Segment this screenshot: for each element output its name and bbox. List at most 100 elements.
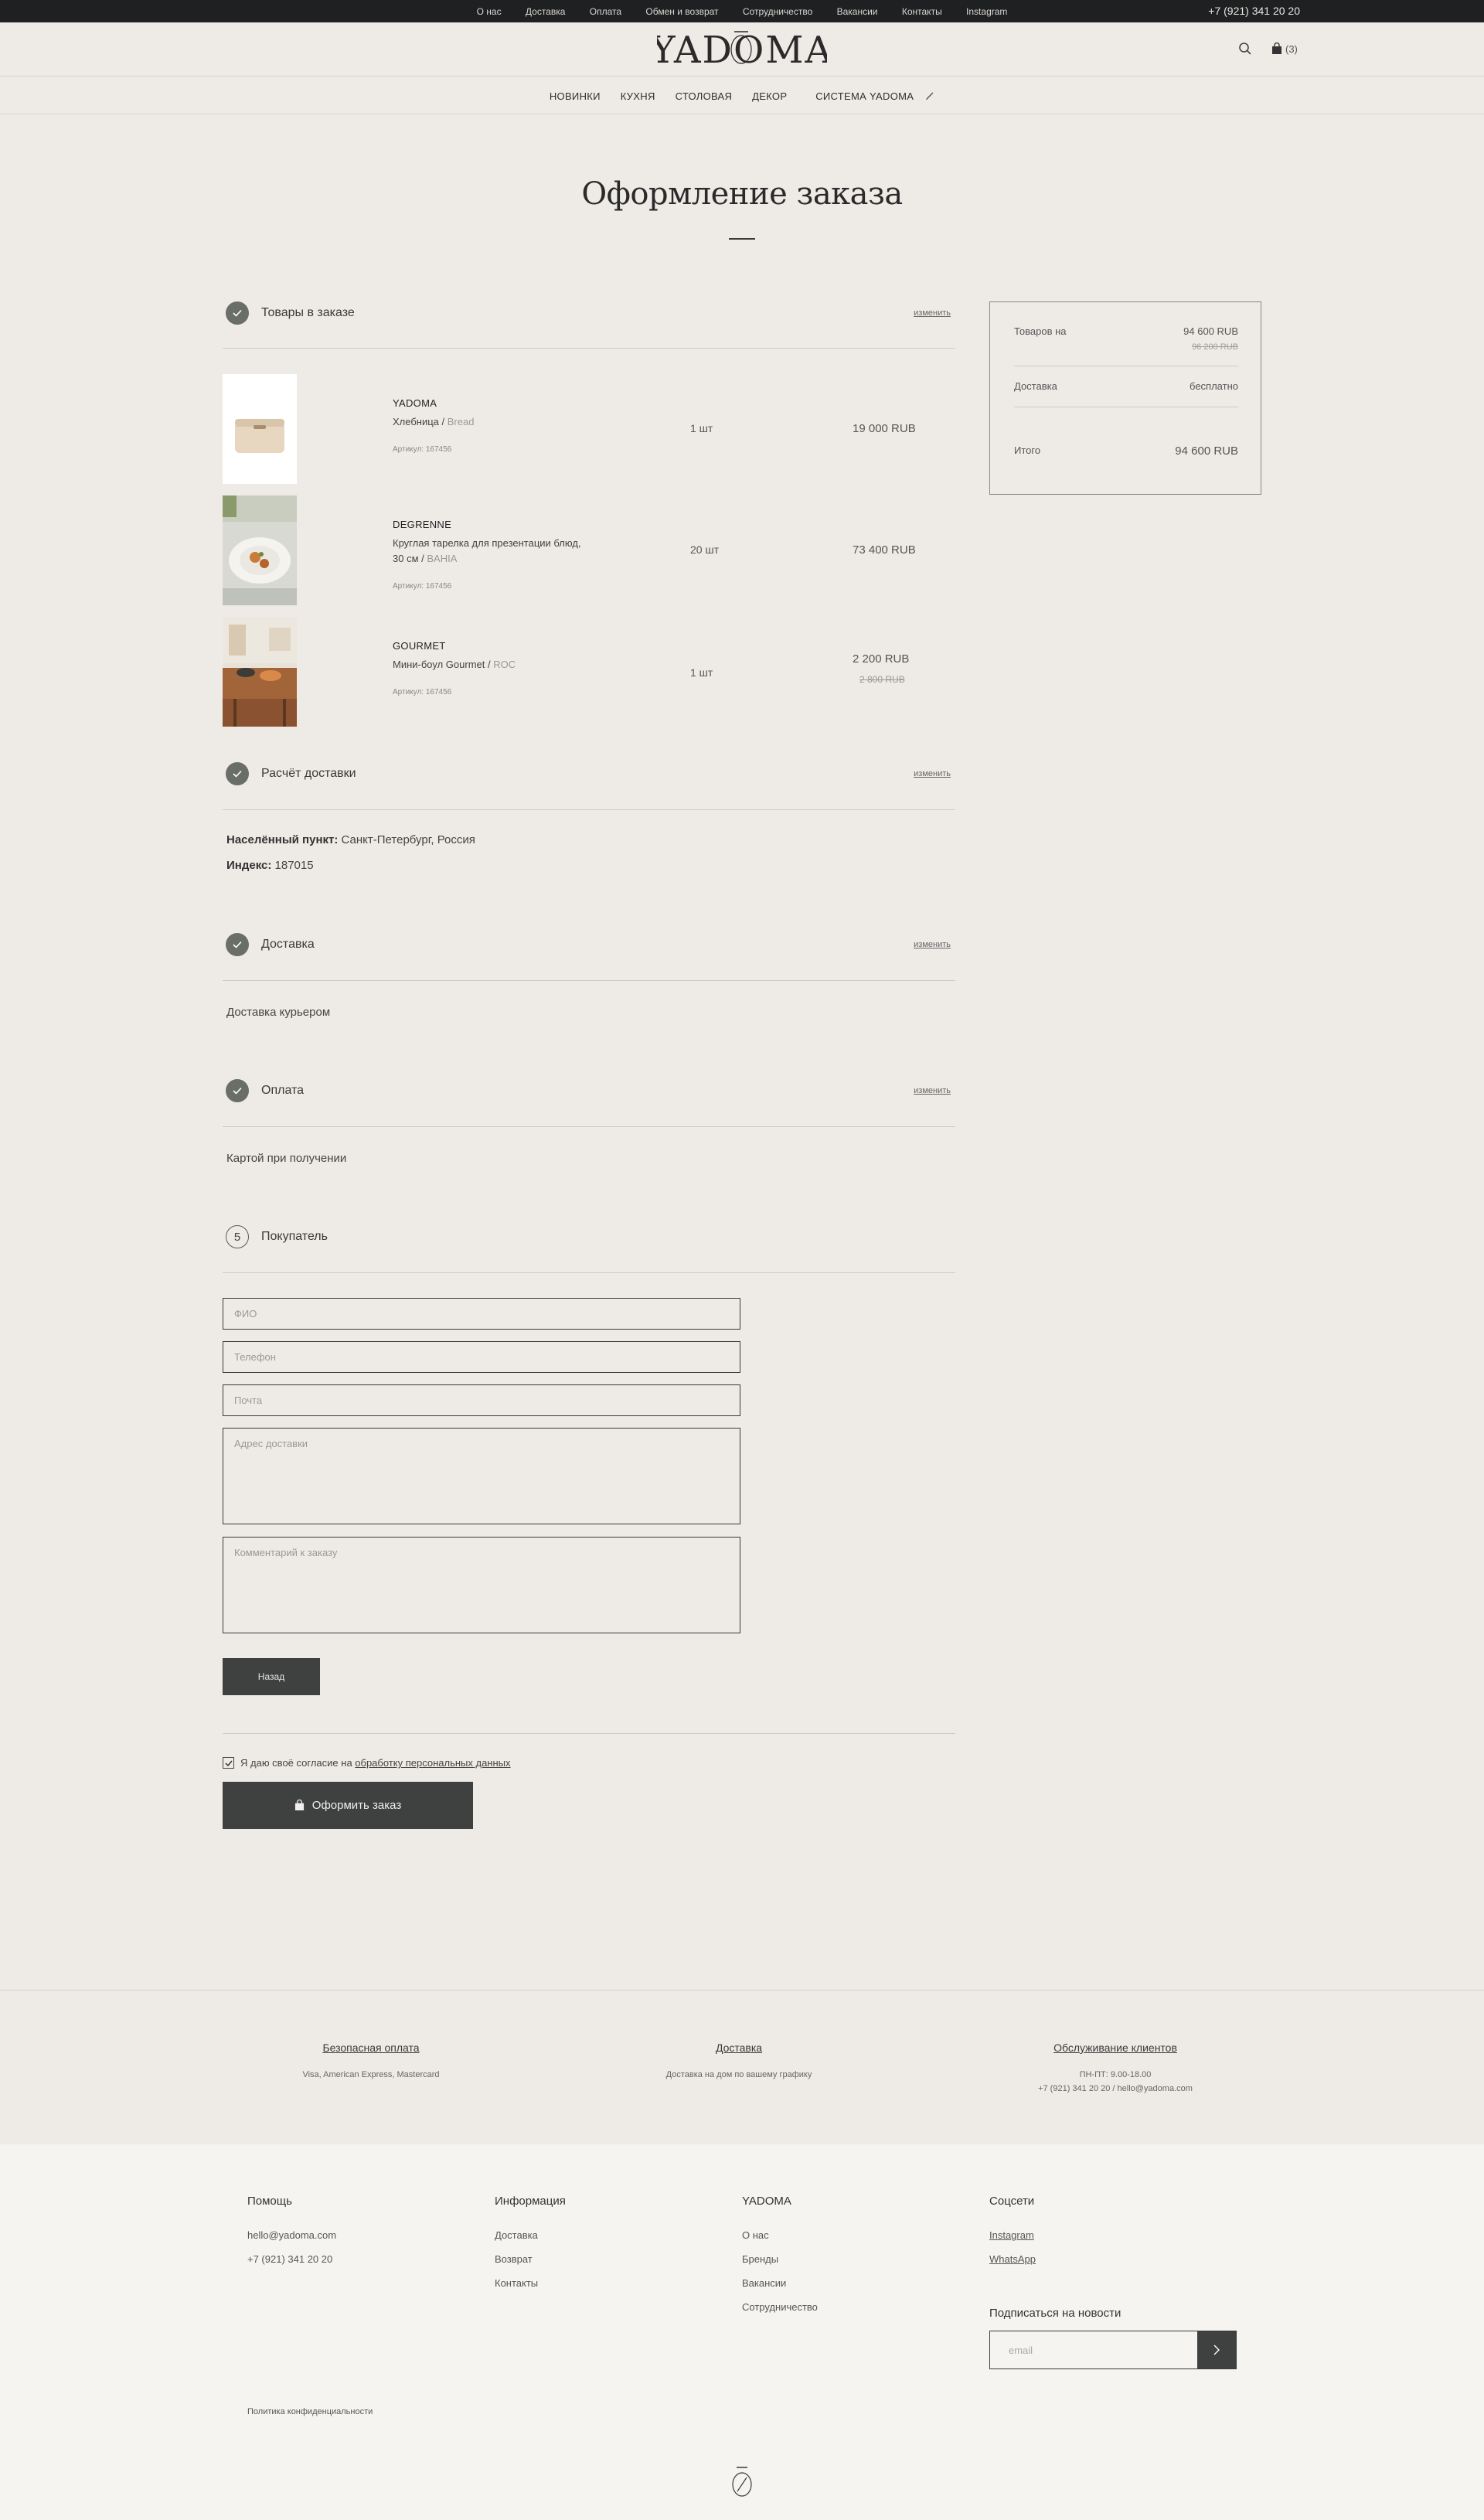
consent-checkbox[interactable] bbox=[223, 1757, 234, 1769]
benefit-payment-title[interactable]: Безопасная оплата bbox=[178, 2042, 564, 2054]
top-link-contacts[interactable]: Контакты bbox=[902, 6, 942, 17]
top-link-instagram[interactable]: Instagram bbox=[966, 6, 1007, 17]
submit-order-button[interactable]: Оформить заказ bbox=[223, 1782, 473, 1829]
summary-delivery: Доставка бесплатно bbox=[1014, 380, 1238, 392]
top-link-returns[interactable]: Обмен и возврат bbox=[645, 6, 718, 17]
phone-field[interactable] bbox=[223, 1341, 740, 1373]
product-qty: 1 шт bbox=[690, 666, 713, 679]
footer-yadoma-jobs[interactable]: Вакансии bbox=[742, 2277, 818, 2289]
index-label: Индекс: bbox=[226, 859, 272, 872]
check-icon bbox=[226, 933, 249, 956]
subscribe-button[interactable] bbox=[1197, 2331, 1236, 2368]
bag-icon bbox=[294, 1800, 304, 1810]
product-qty: 1 шт bbox=[690, 422, 713, 434]
product-sku: Артикул: 167456 bbox=[393, 582, 452, 591]
summary-delivery-value: бесплатно bbox=[1190, 380, 1238, 392]
title-divider bbox=[729, 238, 755, 240]
product-image[interactable] bbox=[223, 617, 297, 727]
product-image[interactable] bbox=[223, 374, 297, 484]
summary-delivery-label: Доставка bbox=[1014, 380, 1057, 392]
footer-yadoma-title: YADOMA bbox=[742, 2195, 791, 2208]
summary-total: Итого 94 600 RUB bbox=[1014, 444, 1238, 458]
search-icon[interactable] bbox=[1238, 42, 1252, 56]
city-value: Санкт-Петербург, Россия bbox=[341, 833, 475, 846]
cart-button[interactable]: (3) bbox=[1271, 42, 1298, 56]
product-collection: BAHIA bbox=[427, 553, 458, 564]
section-items: Товары в заказе изменить bbox=[223, 301, 955, 349]
privacy-policy-link[interactable]: Политика конфиденциальности bbox=[247, 2407, 373, 2416]
subscribe-title: Подписаться на новости bbox=[989, 2307, 1122, 2320]
section-calc-edit[interactable]: изменить bbox=[914, 769, 951, 778]
back-button[interactable]: Назад bbox=[223, 1658, 320, 1695]
top-link-jobs[interactable]: Вакансии bbox=[837, 6, 878, 17]
product-brand: DEGRENNE bbox=[393, 519, 452, 530]
top-phone[interactable]: +7 (921) 341 20 20 bbox=[1208, 5, 1300, 17]
index-line: Индекс: 187015 bbox=[226, 859, 314, 872]
footer: Помощь hello@yadoma.com +7 (921) 341 20 … bbox=[0, 2144, 1484, 2520]
footer-help-email[interactable]: hello@yadoma.com bbox=[247, 2229, 336, 2241]
consent-link[interactable]: обработку персональных данных bbox=[355, 1757, 510, 1769]
address-field[interactable] bbox=[223, 1428, 740, 1524]
check-icon bbox=[226, 301, 249, 325]
summary-goods-label: Товаров на bbox=[1014, 325, 1067, 337]
top-link-about[interactable]: О нас bbox=[477, 6, 502, 17]
top-link-payment[interactable]: Оплата bbox=[590, 6, 621, 17]
nav-dining[interactable]: СТОЛОВАЯ bbox=[676, 90, 733, 102]
section-delivery-title: Доставка bbox=[261, 938, 315, 951]
logo[interactable]: YADOMA bbox=[657, 29, 827, 72]
footer-yadoma-brands[interactable]: Бренды bbox=[742, 2253, 818, 2265]
subscribe-email-input[interactable] bbox=[990, 2331, 1197, 2368]
footer-info-delivery[interactable]: Доставка bbox=[495, 2229, 566, 2241]
footer-yadoma-partners[interactable]: Сотрудничество bbox=[742, 2301, 818, 2313]
benefit-delivery: Доставка Доставка на дом по вашему графи… bbox=[546, 2042, 932, 2082]
logo-mark-icon bbox=[732, 2467, 752, 2497]
top-link-delivery[interactable]: Доставка bbox=[526, 6, 566, 17]
comment-field[interactable] bbox=[223, 1537, 740, 1633]
benefit-delivery-title[interactable]: Доставка bbox=[546, 2042, 932, 2054]
footer-col-yadoma: YADOMA О нас Бренды Вакансии Сотрудничес… bbox=[742, 2195, 818, 2325]
footer-info-title: Информация bbox=[495, 2195, 566, 2208]
top-link-partners[interactable]: Сотрудничество bbox=[743, 6, 812, 17]
benefit-delivery-desc: Доставка на дом по вашему графику bbox=[665, 2070, 812, 2079]
consent-label: Я даю своё согласие на обработку персона… bbox=[240, 1757, 511, 1769]
product-row: DEGRENNE Круглая тарелка для презентации… bbox=[223, 495, 955, 605]
product-price: 2 200 RUB bbox=[853, 652, 910, 666]
name-field[interactable] bbox=[223, 1298, 740, 1330]
product-name-main: Хлебница / bbox=[393, 416, 448, 427]
product-image[interactable] bbox=[223, 495, 297, 605]
footer-social-title: Соцсети bbox=[989, 2195, 1035, 2208]
payment-method: Картой при получении bbox=[226, 1152, 347, 1165]
email-field[interactable] bbox=[223, 1384, 740, 1416]
footer-col-help: Помощь hello@yadoma.com +7 (921) 341 20 … bbox=[247, 2195, 336, 2277]
footer-help-title: Помощь bbox=[247, 2195, 292, 2208]
bag-icon bbox=[1272, 43, 1281, 54]
section-delivery-calc: Расчёт доставки изменить bbox=[223, 762, 955, 810]
footer-info-returns[interactable]: Возврат bbox=[495, 2253, 566, 2265]
benefit-service-title[interactable]: Обслуживание клиентов bbox=[922, 2042, 1309, 2054]
consent-text: Я даю своё согласие на bbox=[240, 1757, 356, 1769]
pen-icon bbox=[926, 92, 934, 100]
nav-system[interactable]: СИСТЕМА YADOMA bbox=[807, 90, 934, 102]
footer-yadoma-about[interactable]: О нас bbox=[742, 2229, 818, 2241]
section-calc-title: Расчёт доставки bbox=[261, 767, 356, 780]
footer-help-phone[interactable]: +7 (921) 341 20 20 bbox=[247, 2253, 336, 2265]
section-delivery-edit[interactable]: изменить bbox=[914, 940, 951, 949]
product-sku: Артикул: 167456 bbox=[393, 445, 452, 454]
nav-decor[interactable]: ДЕКОР bbox=[752, 90, 787, 102]
subscribe-form bbox=[989, 2331, 1237, 2369]
benefit-service-contacts: +7 (921) 341 20 20 / hello@yadoma.com bbox=[1038, 2084, 1193, 2093]
section-delivery: Доставка изменить bbox=[223, 933, 955, 981]
product-price: 19 000 RUB bbox=[853, 422, 916, 435]
footer-social-whatsapp[interactable]: WhatsApp bbox=[989, 2253, 1036, 2265]
footer-social-instagram[interactable]: Instagram bbox=[989, 2229, 1036, 2241]
nav-new[interactable]: НОВИНКИ bbox=[550, 90, 601, 102]
footer-info-contacts[interactable]: Контакты bbox=[495, 2277, 566, 2289]
order-summary: Товаров на 94 600 RUB 96 200 RUB Доставк… bbox=[989, 301, 1261, 495]
benefits-strip: Безопасная оплата Visa, American Express… bbox=[0, 1990, 1484, 2144]
section-buyer-title: Покупатель bbox=[261, 1230, 328, 1243]
nav-kitchen[interactable]: КУХНЯ bbox=[621, 90, 655, 102]
section-payment-edit[interactable]: изменить bbox=[914, 1086, 951, 1095]
benefit-payment-desc: Visa, American Express, Mastercard bbox=[302, 2070, 440, 2079]
section-items-edit[interactable]: изменить bbox=[914, 308, 951, 318]
divider bbox=[223, 1733, 955, 1734]
